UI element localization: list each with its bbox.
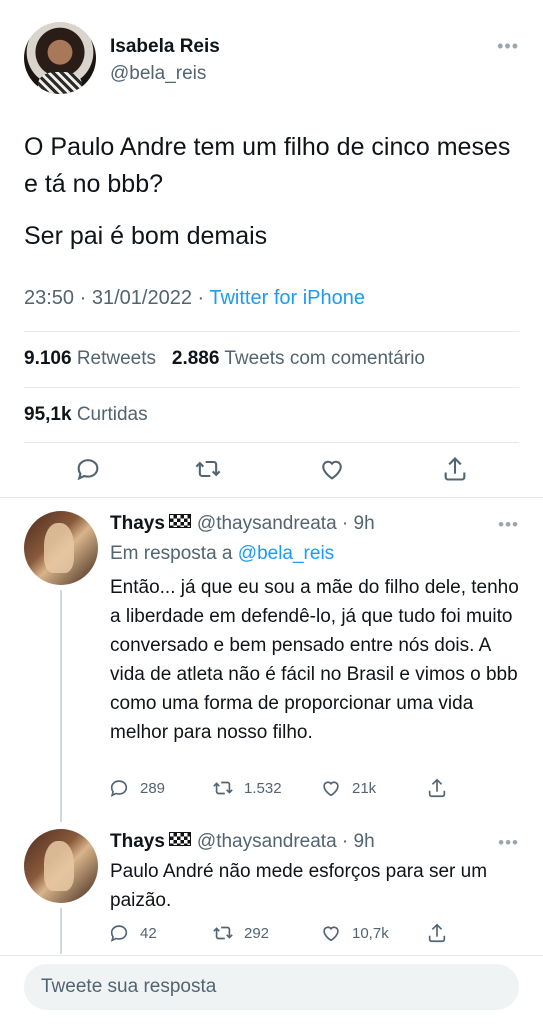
more-icon[interactable]: ••• [498,515,519,535]
share-button[interactable] [426,777,448,799]
retweet-icon[interactable] [194,455,222,483]
in-reply-label: Em resposta a [110,543,233,564]
thread-line [60,590,62,822]
checkered-flag-icon [168,514,191,528]
author-avatar[interactable] [24,22,96,94]
share-button[interactable] [426,922,448,944]
reply-handle-time[interactable]: @thaysandreata · 9h [197,513,375,534]
reply-actions: 42 292 10,7k [108,922,508,946]
share-icon [428,778,446,798]
share-icon[interactable] [441,455,469,483]
thread-line [60,908,62,954]
tweet-text-line2: Ser pai é bom demais [24,222,268,250]
reply-icon [110,925,128,942]
tweet-meta: 23:50 · 31/01/2022 · Twitter for iPhone [24,287,365,310]
reply-composer-input[interactable]: Tweete sua resposta [24,964,519,1010]
reply-icon [110,780,128,797]
retweet-button[interactable]: 292 [212,922,269,944]
reply-handle-time[interactable]: @thaysandreata · 9h [197,831,375,852]
author-name[interactable]: Isabela Reis [110,36,220,58]
quotes-stat[interactable]: 2.886 Tweets com comentário [172,348,425,369]
reply-button[interactable]: 289 [108,777,165,799]
divider [24,387,519,388]
author-handle[interactable]: @bela_reis [110,63,206,85]
retweets-count: 9.106 [24,348,72,369]
tweet-actions [0,455,543,487]
like-button[interactable]: 21k [320,777,376,799]
divider [24,331,519,332]
tweet-text-line1: O Paulo Andre tem um filho de cinco mese… [24,133,511,198]
reply-author-name[interactable]: Thays [110,513,165,534]
reply-avatar[interactable] [24,829,98,903]
retweet-count: 1.532 [244,779,282,797]
quotes-count: 2.886 [171,348,220,369]
retweet-button[interactable]: 1.532 [212,777,282,799]
reply-text: Paulo André não mede esforços para ser u… [110,861,488,911]
likes-stat[interactable]: 95,1k Curtidas [24,404,148,426]
reply-header: Thays @thaysandreata · 9h [110,831,375,853]
reply-composer-placeholder: Tweete sua resposta [41,976,217,997]
reply-count: 289 [140,779,166,797]
reply-icon[interactable] [74,455,102,483]
checkered-flag-icon [168,832,191,846]
composer-divider [0,955,543,956]
reply-text: Então... já que eu sou a mãe do filho de… [110,577,519,743]
like-button[interactable]: 10,7k [320,922,389,944]
reply-header: Thays @thaysandreata · 9h [110,513,375,535]
quotes-label: Tweets com comentário [224,348,425,369]
likes-label: Curtidas [76,404,148,425]
more-icon[interactable]: ••• [497,36,519,57]
like-icon [323,926,339,942]
like-icon[interactable] [318,455,346,483]
retweets-stat[interactable]: 9.106 Retweets [24,348,156,369]
like-icon [323,781,339,797]
reply-author-name[interactable]: Thays [110,831,165,852]
divider [24,442,519,443]
like-count: 10,7k [352,924,389,942]
retweets-label: Retweets [76,348,157,369]
reply-avatar[interactable] [24,511,98,585]
retweet-count: 292 [244,924,270,942]
more-icon[interactable]: ••• [498,833,519,853]
meta-separator: · [79,287,92,309]
in-reply-to: Em resposta a @bela_reis [110,543,334,565]
tweet-date[interactable]: 31/01/2022 [92,287,192,309]
reply-button[interactable]: 42 [108,922,157,944]
likes-count: 95,1k [24,404,72,425]
meta-separator: · [197,287,210,309]
tweet-source[interactable]: Twitter for iPhone [209,287,365,309]
reply-count: 42 [140,924,157,942]
retweet-icon [213,926,233,940]
reply-actions: 289 1.532 21k [108,777,508,801]
section-divider [0,497,543,498]
tweet-time[interactable]: 23:50 [24,287,74,309]
like-count: 21k [352,779,377,797]
in-reply-mention[interactable]: @bela_reis [238,543,334,564]
retweet-quote-stats: 9.106 Retweets 2.886 Tweets com comentár… [24,348,425,370]
retweet-icon [213,781,233,795]
share-icon [428,923,446,943]
